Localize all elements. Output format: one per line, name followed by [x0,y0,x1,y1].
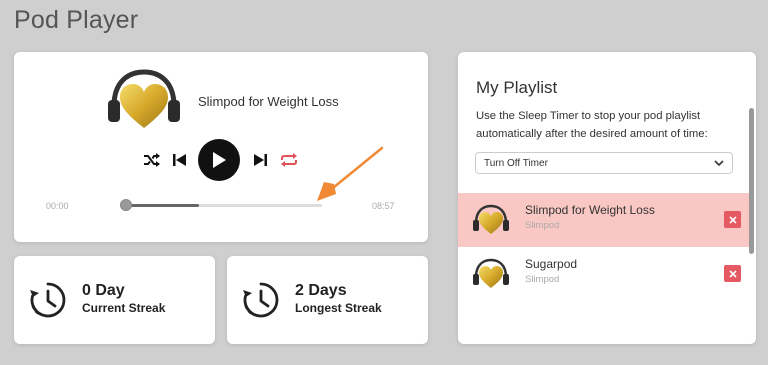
repeat-button[interactable] [278,150,300,170]
playlist-item[interactable]: Sugarpod Slimpod [458,247,750,301]
close-icon [728,215,737,224]
next-button[interactable] [250,150,270,170]
player-card: Slimpod for Weight Loss 00:00 08:57 [14,52,428,242]
playlist-item-name: Slimpod for Weight Loss [525,203,655,217]
shuffle-icon [144,153,160,167]
progress-buffered [126,204,199,207]
chevron-down-icon [714,159,724,166]
close-icon [728,269,737,278]
track-title: Slimpod for Weight Loss [198,94,339,109]
previous-icon [173,154,186,166]
streak-label: Longest Streak [295,301,382,315]
sleep-timer-select[interactable]: Turn Off Timer [475,152,733,174]
headphones-heart-icon [473,204,509,234]
play-button[interactable] [198,139,240,181]
page-title: Pod Player [14,6,139,34]
playlist-item-subtitle: Slimpod [525,220,560,231]
playlist-item[interactable]: Slimpod for Weight Loss Slimpod [458,193,750,247]
remove-item-button[interactable] [724,265,741,282]
next-icon [254,154,267,166]
clock-history-icon [30,282,66,318]
total-time: 08:57 [372,201,395,211]
playlist-item-subtitle: Slimpod [525,274,560,285]
previous-button[interactable] [170,150,190,170]
playlist-title: My Playlist [476,78,558,97]
play-icon [213,152,226,168]
annotation-arrow-icon [317,146,384,201]
repeat-icon [281,153,297,167]
headphones-heart-icon [473,258,509,288]
sleep-timer-description: Use the Sleep Timer to stop your pod pla… [476,110,708,140]
playlist-card: My Playlist Use the Sleep Timer to stop … [458,52,756,344]
current-streak-card: 0 Day Current Streak [14,256,215,344]
shuffle-button[interactable] [142,150,162,170]
playback-controls [142,139,300,181]
playlist-item-name: Sugarpod [525,257,578,271]
headphones-heart-icon [108,69,180,128]
streak-value: 0 Day [82,282,125,299]
current-time: 00:00 [46,201,69,211]
clock-history-icon [243,282,279,318]
sleep-timer-value: Turn Off Timer [484,157,548,169]
remove-item-button[interactable] [724,211,741,228]
playlist-scrollbar[interactable] [749,108,754,254]
streak-label: Current Streak [82,301,166,315]
longest-streak-card: 2 Days Longest Streak [227,256,428,344]
progress-handle[interactable] [120,199,132,211]
progress-slider[interactable] [120,199,322,211]
streak-value: 2 Days [295,282,347,299]
